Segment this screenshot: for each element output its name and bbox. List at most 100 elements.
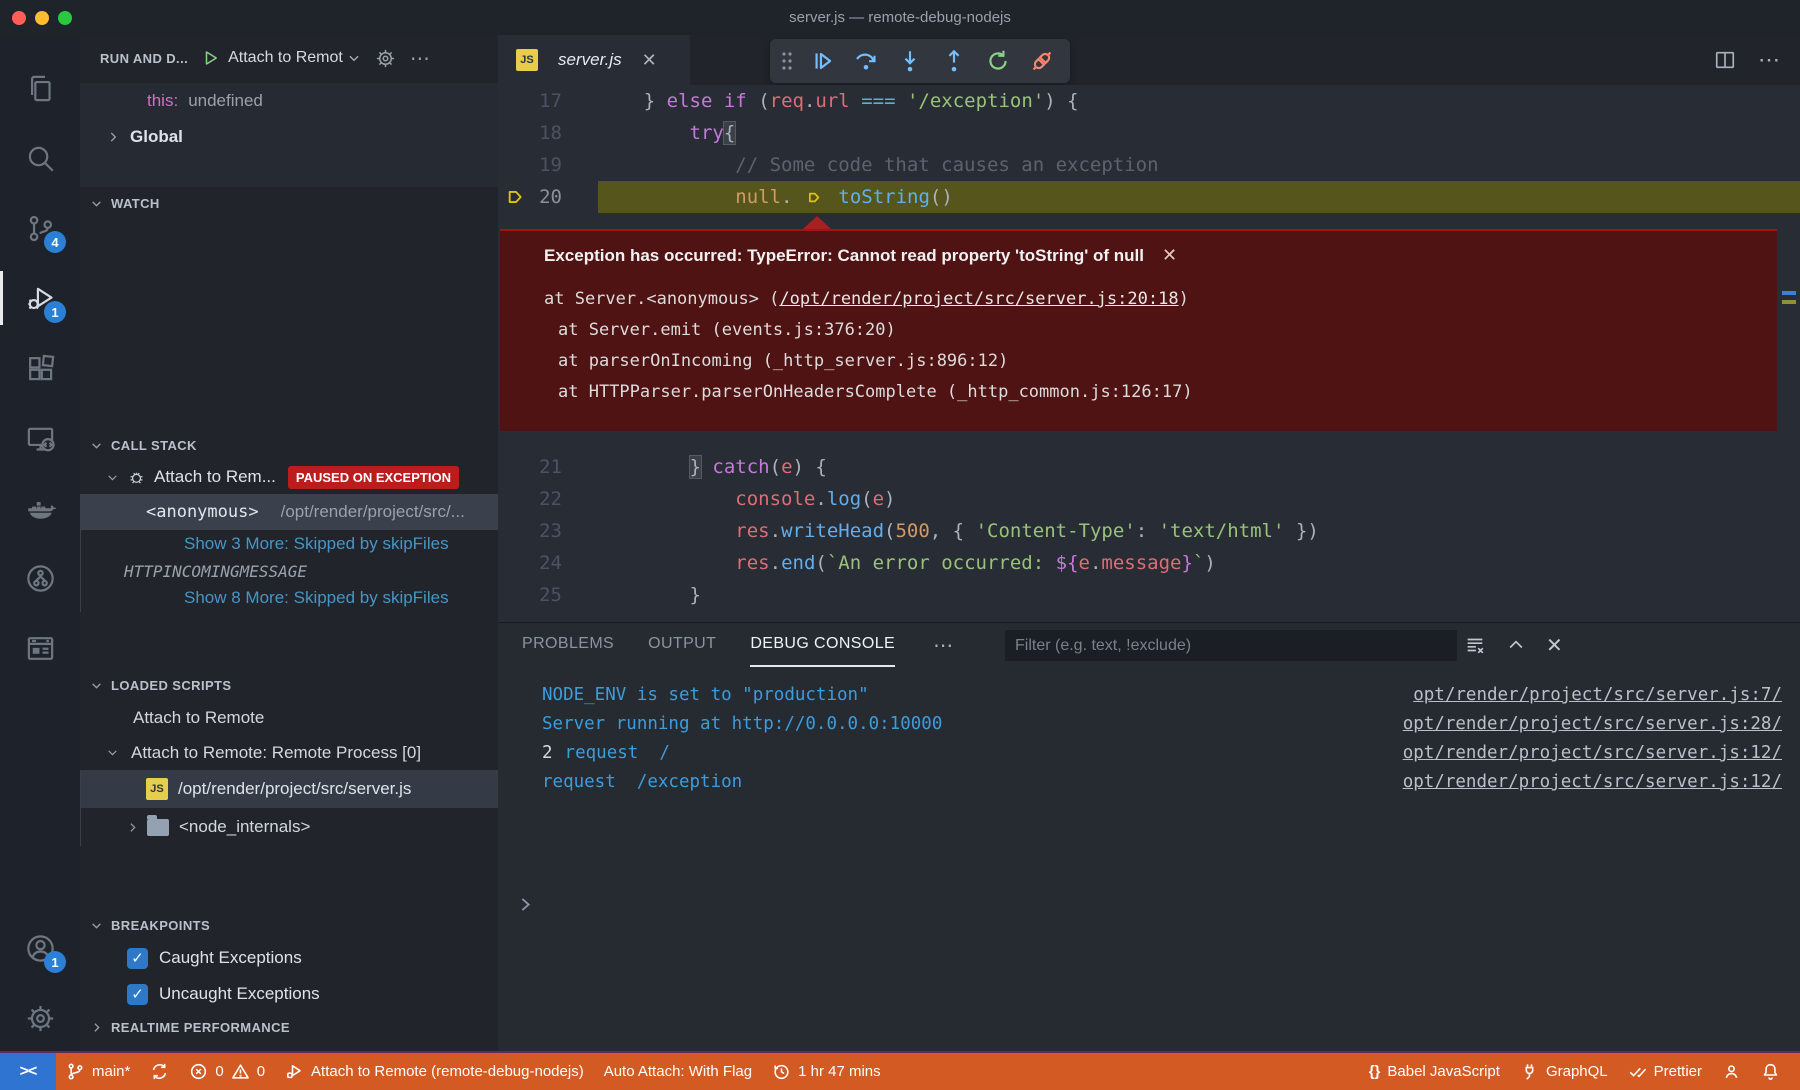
console-source-link[interactable]: opt/render/project/src/server.js:28/ xyxy=(1403,710,1782,739)
status-debug-session[interactable]: Attach to Remote (remote-debug-nodejs) xyxy=(275,1053,594,1090)
debug-icon[interactable]: 1 xyxy=(0,263,80,333)
variable-global-row[interactable]: Global xyxy=(80,119,498,155)
account-icon[interactable]: 1 xyxy=(0,913,80,983)
line-number-25: 25 xyxy=(498,579,598,611)
console-input-prompt[interactable] xyxy=(516,895,535,919)
gear-icon[interactable] xyxy=(0,983,80,1053)
git-branch-icon xyxy=(66,1062,85,1081)
remote-explorer-icon[interactable] xyxy=(0,403,80,473)
show-3-more-link[interactable]: Show 3 More: Skipped by skipFiles xyxy=(184,534,449,554)
clear-console-icon[interactable] xyxy=(1464,634,1486,656)
tab-debug-console[interactable]: DEBUG CONSOLE xyxy=(750,623,895,667)
loaded-script-session-row[interactable]: Attach to Remote: Remote Process [0] xyxy=(80,735,498,770)
show-8-more-link[interactable]: Show 8 More: Skipped by skipFiles xyxy=(184,588,449,608)
js-file-icon: JS xyxy=(516,49,538,71)
browser-preview-icon[interactable] xyxy=(0,613,80,683)
uncaught-exceptions-row[interactable]: ✓ Uncaught Exceptions xyxy=(80,976,498,1012)
restart-button[interactable] xyxy=(980,43,1016,79)
loaded-scripts-section-header[interactable]: LOADED SCRIPTS xyxy=(80,670,498,700)
console-filter-input[interactable] xyxy=(1005,630,1457,661)
line-number-17: 17 xyxy=(498,85,598,117)
debug-settings-gear-icon[interactable] xyxy=(375,48,396,69)
console-source-link[interactable]: opt/render/project/src/server.js:7/ xyxy=(1413,681,1782,710)
start-debug-icon[interactable] xyxy=(202,49,220,67)
gitlens-icon[interactable] xyxy=(0,543,80,613)
continue-button[interactable] xyxy=(804,43,840,79)
debug-console-output: NODE_ENV is set to "production" opt/rende… xyxy=(498,667,1800,797)
code-editor[interactable]: 17 } else if (req.url === '/exception') … xyxy=(498,85,1800,622)
class-frame-row[interactable]: HTTPINCOMINGMESSAGE xyxy=(80,558,498,584)
skip-files-link-row[interactable]: Show 3 More: Skipped by skipFiles xyxy=(80,530,498,558)
status-prettier[interactable]: Prettier xyxy=(1618,1053,1712,1090)
code-text: res.end(`An error occurred: ${e.message}… xyxy=(598,547,1800,579)
extensions-icon[interactable] xyxy=(0,333,80,403)
status-problems[interactable]: 00 xyxy=(179,1053,275,1090)
realtime-performance-section-header[interactable]: REALTIME PERFORMANCE xyxy=(80,1012,498,1042)
console-source-link[interactable]: opt/render/project/src/server.js:12/ xyxy=(1403,739,1782,768)
call-stack-session-row[interactable]: Attach to Rem... PAUSED ON EXCEPTION xyxy=(80,460,498,494)
exception-close-icon[interactable]: ✕ xyxy=(1162,245,1177,265)
bottom-panel: PROBLEMS OUTPUT DEBUG CONSOLE ⋯ ✕ NODE_E… xyxy=(498,622,1800,1053)
code-line-22: 22 console.log(e) xyxy=(498,483,1800,515)
paused-breakpoint-icon[interactable] xyxy=(506,186,528,218)
search-icon[interactable] xyxy=(0,123,80,193)
source-control-icon[interactable]: 4 xyxy=(0,193,80,263)
status-branch[interactable]: main* xyxy=(56,1053,140,1090)
more-actions-icon[interactable]: ⋯ xyxy=(410,46,432,71)
maximize-panel-icon[interactable] xyxy=(1506,635,1526,655)
panel-more-tabs-icon[interactable]: ⋯ xyxy=(933,633,955,658)
caught-exceptions-checkbox[interactable]: ✓ xyxy=(127,948,148,969)
debug-config-dropdown[interactable]: Attach to Remot xyxy=(202,49,361,67)
editor-more-actions-icon[interactable]: ⋯ xyxy=(1758,47,1782,73)
console-source-link[interactable]: opt/render/project/src/server.js:12/ xyxy=(1403,768,1782,797)
repeat-count: 2 xyxy=(542,743,553,763)
uncaught-exceptions-checkbox[interactable]: ✓ xyxy=(127,984,148,1005)
variable-value: undefined xyxy=(188,91,263,111)
status-auto-attach[interactable]: Auto Attach: With Flag xyxy=(594,1053,762,1090)
tab-close-icon[interactable]: ✕ xyxy=(642,50,657,71)
step-into-button[interactable] xyxy=(892,43,928,79)
overview-ruler[interactable] xyxy=(1782,85,1798,622)
close-panel-icon[interactable]: ✕ xyxy=(1546,633,1563,658)
status-notifications[interactable] xyxy=(1751,1053,1790,1090)
status-timer[interactable]: 1 hr 47 mins xyxy=(762,1053,891,1090)
variable-this-row[interactable]: this: undefined xyxy=(80,83,498,119)
files-icon[interactable] xyxy=(0,53,80,123)
status-graphql[interactable]: GraphQL xyxy=(1510,1053,1618,1090)
tab-server-js[interactable]: JS server.js ✕ xyxy=(498,35,690,85)
caught-exceptions-row[interactable]: ✓ Caught Exceptions xyxy=(80,940,498,976)
tab-output[interactable]: OUTPUT xyxy=(648,623,716,667)
line-number: 19 xyxy=(539,149,562,181)
remote-indicator[interactable]: >< xyxy=(0,1053,56,1090)
skip-files-link-row2[interactable]: Show 8 More: Skipped by skipFiles xyxy=(80,584,498,612)
split-editor-icon[interactable] xyxy=(1714,49,1736,71)
variable-name: this: xyxy=(147,91,178,111)
tab-problems[interactable]: PROBLEMS xyxy=(522,623,614,667)
status-label: Auto Attach: With Flag xyxy=(604,1063,752,1080)
frame-path: /opt/render/project/src/... xyxy=(281,502,465,522)
status-sync[interactable] xyxy=(140,1053,179,1090)
step-over-button[interactable] xyxy=(848,43,884,79)
chevron-down-icon xyxy=(347,51,361,65)
loaded-script-row[interactable]: Attach to Remote xyxy=(80,700,498,735)
status-language-mode[interactable]: {}Babel JavaScript xyxy=(1359,1053,1510,1090)
call-stack-section-header[interactable]: CALL STACK xyxy=(80,430,498,460)
loaded-script-file-row-selected[interactable]: JS /opt/render/project/src/server.js xyxy=(80,770,498,808)
drag-grip-icon[interactable] xyxy=(780,50,794,72)
console-message: NODE_ENV is set to "production" xyxy=(542,681,869,710)
code-text: } xyxy=(598,579,1800,611)
docker-icon[interactable] xyxy=(0,473,80,543)
breakpoints-section-header[interactable]: BREAKPOINTS xyxy=(80,910,498,940)
code-line-18: 18 try{ xyxy=(498,117,1800,149)
step-out-button[interactable] xyxy=(936,43,972,79)
status-feedback[interactable] xyxy=(1712,1053,1751,1090)
stack-frame-row-selected[interactable]: <anonymous> /opt/render/project/src/... xyxy=(80,494,498,530)
watch-section-header[interactable]: WATCH xyxy=(80,188,498,218)
node-internals-row[interactable]: <node_internals> xyxy=(80,808,498,846)
stack-source-link[interactable]: /opt/render/project/src/server.js:20:18 xyxy=(779,289,1178,309)
window-title: server.js — remote-debug-nodejs xyxy=(0,9,1800,26)
disconnect-button[interactable] xyxy=(1024,43,1060,79)
bell-icon xyxy=(1761,1062,1780,1081)
debug-config-label[interactable]: Attach to Remot xyxy=(228,49,343,67)
ruler-marker-olive xyxy=(1782,300,1796,304)
